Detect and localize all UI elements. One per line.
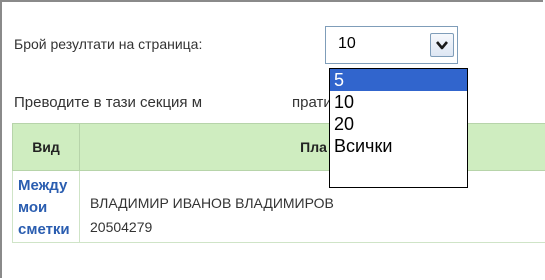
results-per-page-dropdown-list: 5 10 20 Всички xyxy=(329,68,468,188)
transfer-type-link[interactable]: Между мои сметки xyxy=(14,172,78,241)
dropdown-option-all[interactable]: Всички xyxy=(330,135,467,157)
cell-payer: ВЛАДИМИР ИВАНОВ ВЛАДИМИРОВ 20504279 xyxy=(79,170,545,243)
panel-frame: Брой резултати на страница: 10 Преводите… xyxy=(0,0,545,278)
dropdown-option-5[interactable]: 5 xyxy=(330,69,467,91)
transfer-type-line: мои xyxy=(18,199,48,216)
column-header-payer: Пла xyxy=(79,123,545,171)
results-per-page-label: Брой резултати на страница: xyxy=(14,36,203,52)
section-intro-text-left: Преводите в тази секция м xyxy=(14,94,203,111)
transfer-type-line: сметки xyxy=(18,221,70,238)
results-per-page-select[interactable]: 10 xyxy=(325,26,458,64)
results-per-page-value: 10 xyxy=(338,35,356,52)
section-intro-text: Преводите в тази секция м пратите xyxy=(14,94,347,111)
dropdown-button[interactable] xyxy=(430,33,454,57)
payer-name: ВЛАДИМИР ИВАНОВ ВЛАДИМИРОВ xyxy=(90,195,334,211)
payer-info: ВЛАДИМИР ИВАНОВ ВЛАДИМИРОВ 20504279 xyxy=(81,172,545,239)
dropdown-option-10[interactable]: 10 xyxy=(330,91,467,113)
payer-id: 20504279 xyxy=(90,219,153,235)
cell-type: Между мои сметки xyxy=(12,170,80,243)
column-header-type: Вид xyxy=(12,123,80,171)
transfer-type-line: Между xyxy=(18,177,68,194)
panel-content: Брой резултати на страница: 10 Преводите… xyxy=(5,2,545,278)
dropdown-option-20[interactable]: 20 xyxy=(330,113,467,135)
chevron-down-icon xyxy=(436,41,448,50)
